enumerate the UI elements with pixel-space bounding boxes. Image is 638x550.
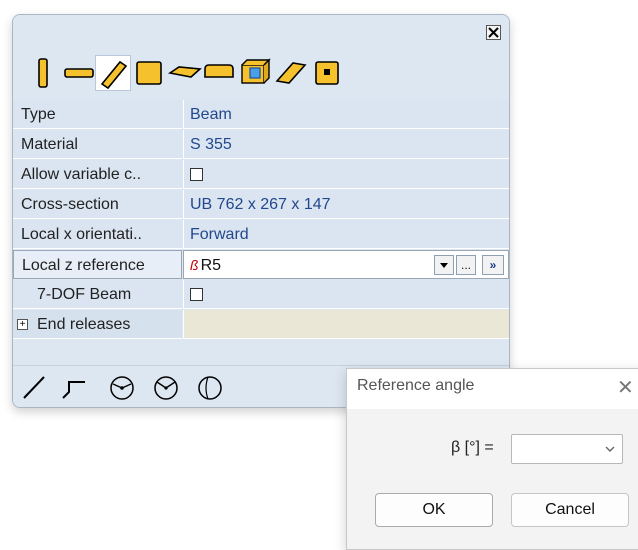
property-value [183,310,509,339]
ok-button[interactable]: OK [375,493,493,527]
wall-member-icon[interactable] [201,55,237,91]
property-label: Local x orientati.. [13,220,182,249]
seven-dof-checkbox[interactable] [190,288,203,301]
property-value: R5 [200,257,222,274]
brace-member-icon[interactable] [95,55,131,91]
property-category-end-releases[interactable]: + End releases [13,310,509,340]
column-member-icon[interactable] [25,55,61,91]
expand-icon[interactable]: + [17,319,28,330]
property-label: Cross-section [13,190,182,219]
property-value[interactable]: UB 762 x 267 x 147 [183,190,509,219]
allow-variable-checkbox[interactable] [190,168,203,181]
panel-icon[interactable] [309,55,345,91]
arc-three-points-icon[interactable] [107,372,137,402]
category-label: End releases [37,316,131,333]
straight-line-icon[interactable] [19,372,49,402]
reference-angle-dialog: Reference angle ✕ β [°] = OK Cancel [346,368,638,550]
property-value [183,280,509,309]
property-row-local-x: Local x orientati.. Forward [13,220,509,250]
property-row-local-z-reference: Local z reference ß R5 ... » [13,250,509,280]
member-type-toolbar [25,55,385,91]
local-z-reference-field[interactable]: ß R5 ... » [183,250,509,279]
plate-member-icon[interactable] [131,55,167,91]
navigate-button[interactable]: » [482,255,504,275]
element-box-icon[interactable] [237,55,273,91]
property-row-material: Material S 355 [13,130,509,160]
arc-center-icon[interactable] [151,372,181,402]
dropdown-arrow-button[interactable] [434,255,454,275]
dialog-body: β [°] = OK Cancel [347,409,638,549]
slab-member-icon[interactable] [167,55,203,91]
property-label: 7-DOF Beam [13,280,182,309]
beam-member-icon[interactable] [61,55,97,91]
property-value[interactable]: Forward [183,220,509,249]
chevron-down-icon [605,446,615,452]
ellipsis-button[interactable]: ... [456,255,476,275]
property-row-type: Type Beam [13,100,509,130]
properties-panel: Type Beam Material S 355 Allow variable … [12,14,510,408]
property-label: + End releases [13,310,182,339]
property-row-cross-section: Cross-section UB 762 x 267 x 147 [13,190,509,220]
panel-header [13,15,509,37]
cancel-button[interactable]: Cancel [511,493,629,527]
circle-icon[interactable] [195,372,225,402]
property-value [183,160,509,189]
close-icon[interactable] [486,25,501,40]
property-value[interactable]: S 355 [183,130,509,159]
property-value[interactable]: Beam [183,100,509,129]
property-label: Material [13,130,182,159]
property-row-allow-variable: Allow variable c.. [13,160,509,190]
reference-marker-icon: ß [190,257,199,273]
dialog-title: Reference angle [357,377,475,394]
property-row-7dof: 7-DOF Beam [13,280,509,310]
property-label: Allow variable c.. [13,160,182,189]
angle-combo[interactable] [511,434,623,464]
polyline-icon[interactable] [59,372,89,402]
close-icon[interactable]: ✕ [617,375,634,400]
angle-label: β [°] = [451,439,494,456]
property-label: Local z reference [13,250,182,279]
property-label: Type [13,100,182,129]
diagonal-plate-icon[interactable] [273,55,309,91]
